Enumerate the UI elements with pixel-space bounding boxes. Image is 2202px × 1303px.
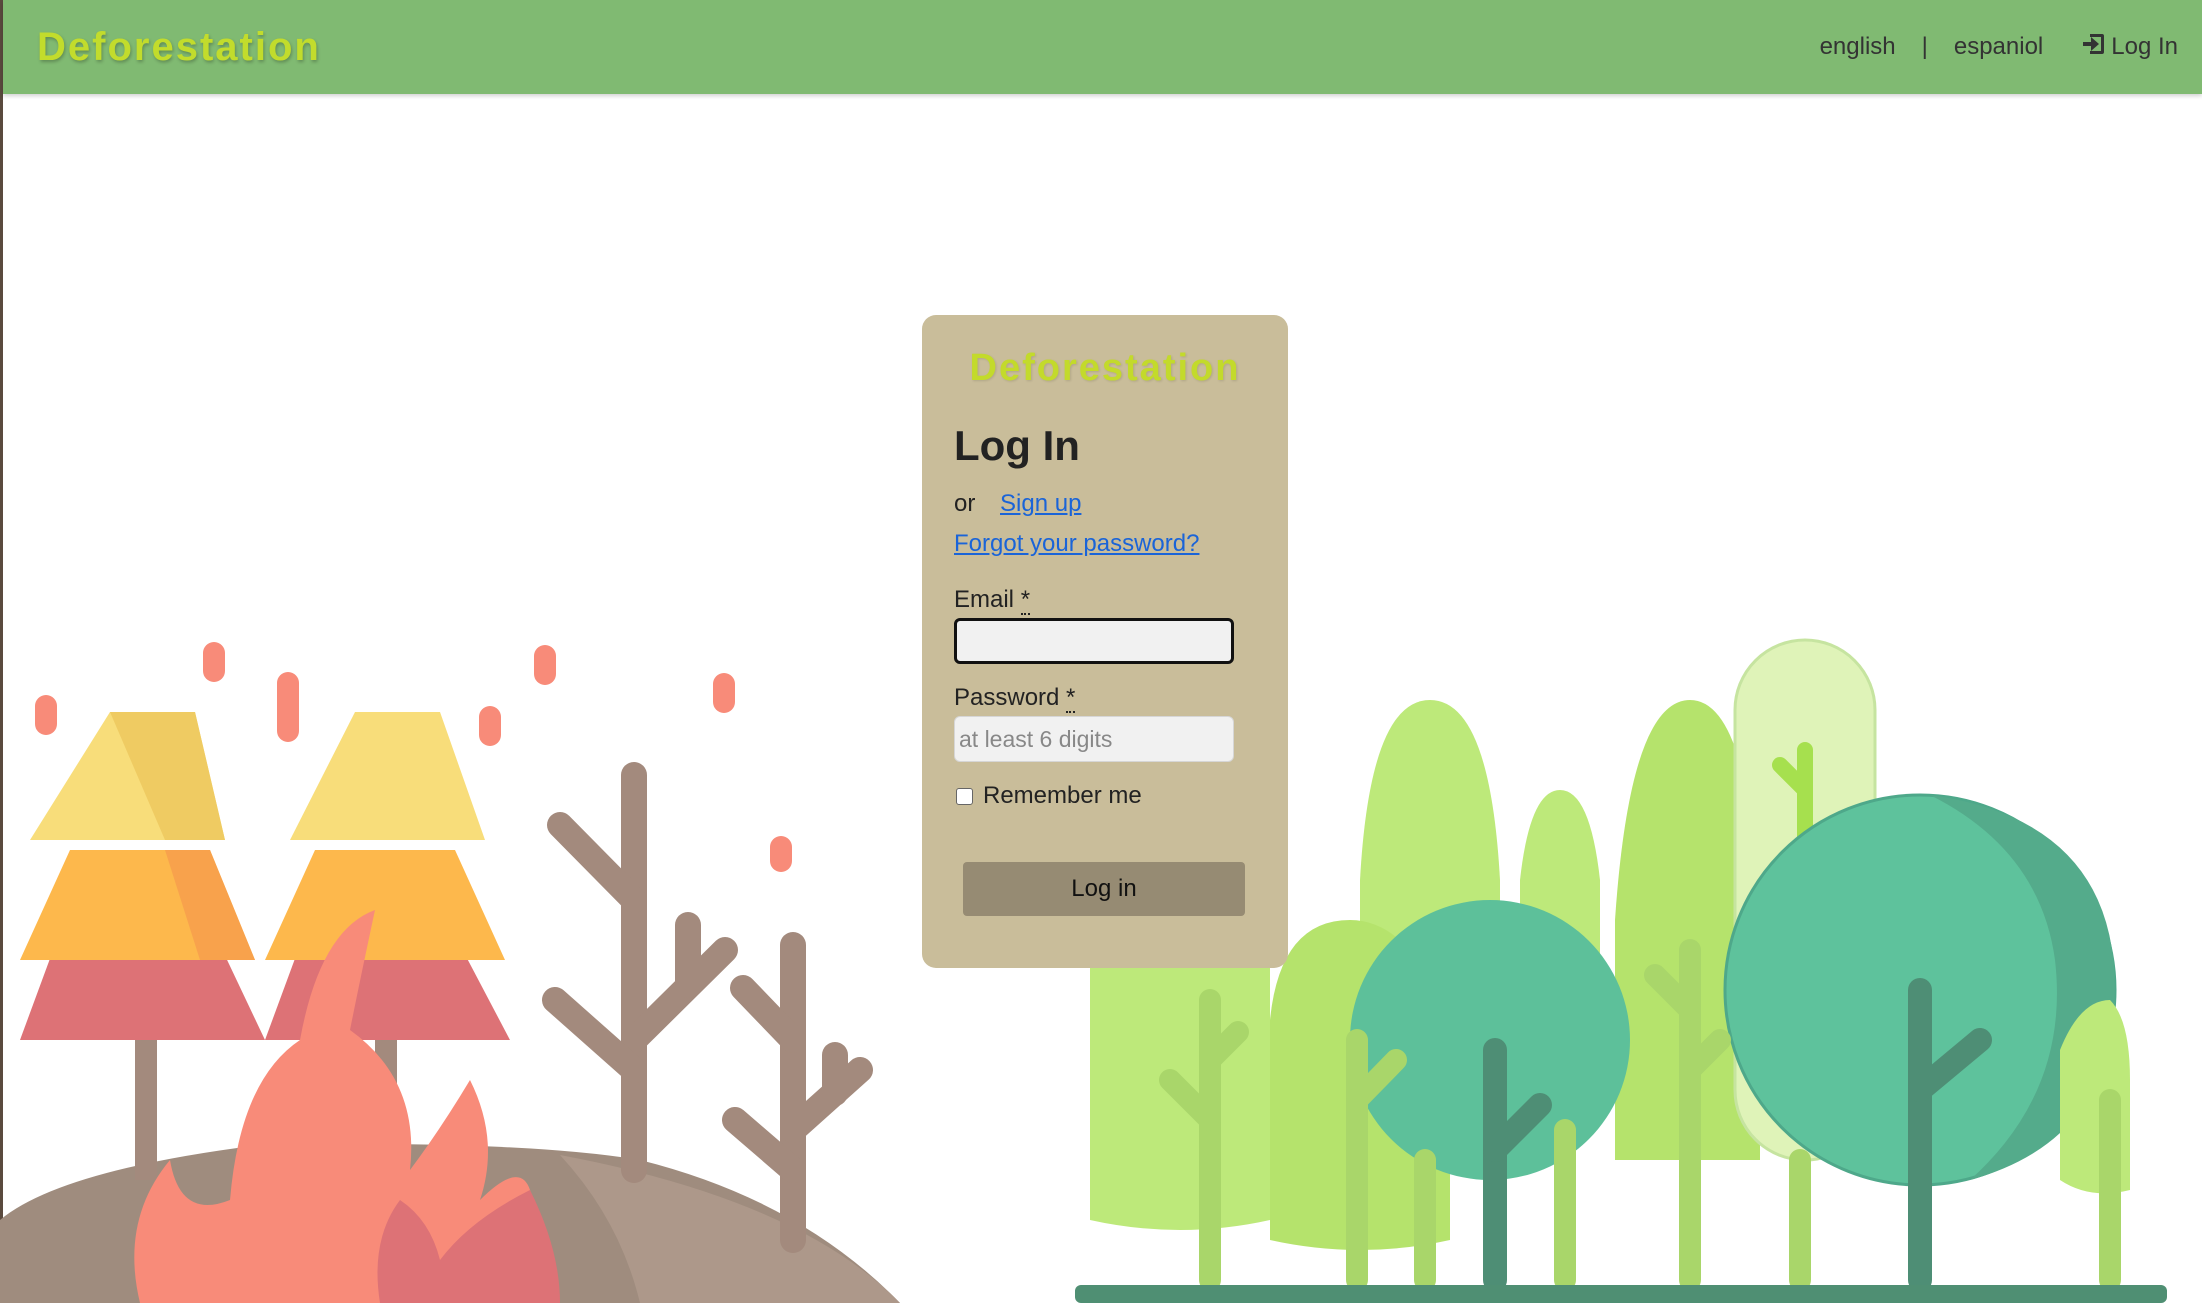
card-brand: Deforestation <box>969 347 1241 389</box>
page-title: Log In <box>954 422 1080 469</box>
password-label-text: Password <box>954 684 1060 711</box>
login-submit-button[interactable]: Log in <box>963 862 1245 916</box>
burning-forest-illustration <box>0 642 900 1303</box>
remember-me-label[interactable]: Remember me <box>983 782 1142 810</box>
login-card: Deforestation Log In or Sign up Forgot y… <box>922 315 1288 968</box>
lang-english-link[interactable]: english <box>1820 33 1896 61</box>
email-field[interactable] <box>954 618 1234 664</box>
remember-me-row: Remember me <box>954 782 1256 810</box>
required-marker: * <box>1020 586 1031 615</box>
signup-line: or Sign up <box>954 490 1256 518</box>
required-marker: * <box>1066 684 1076 713</box>
email-label-text: Email <box>954 586 1015 613</box>
navbar-brand[interactable]: Deforestation <box>37 25 321 70</box>
email-label: Email * <box>954 586 1256 615</box>
forgot-password-link[interactable]: Forgot your password? <box>954 530 1256 558</box>
navbar: Deforestation english | espaniol Log In <box>3 0 2202 94</box>
nav-login-link[interactable]: Log In <box>2081 31 2178 64</box>
nav-separator: | <box>1921 33 1928 60</box>
sign-in-icon <box>2081 31 2107 64</box>
lang-spanish-link[interactable]: espaniol <box>1954 33 2043 61</box>
password-label: Password * <box>954 684 1256 713</box>
or-text: or <box>954 490 976 517</box>
nav-login-label: Log In <box>2111 33 2178 60</box>
signup-link[interactable]: Sign up <box>1000 490 1081 517</box>
navbar-links: english | espaniol Log In <box>1820 31 2178 64</box>
password-field[interactable] <box>954 716 1234 762</box>
remember-me-checkbox[interactable] <box>956 787 973 805</box>
